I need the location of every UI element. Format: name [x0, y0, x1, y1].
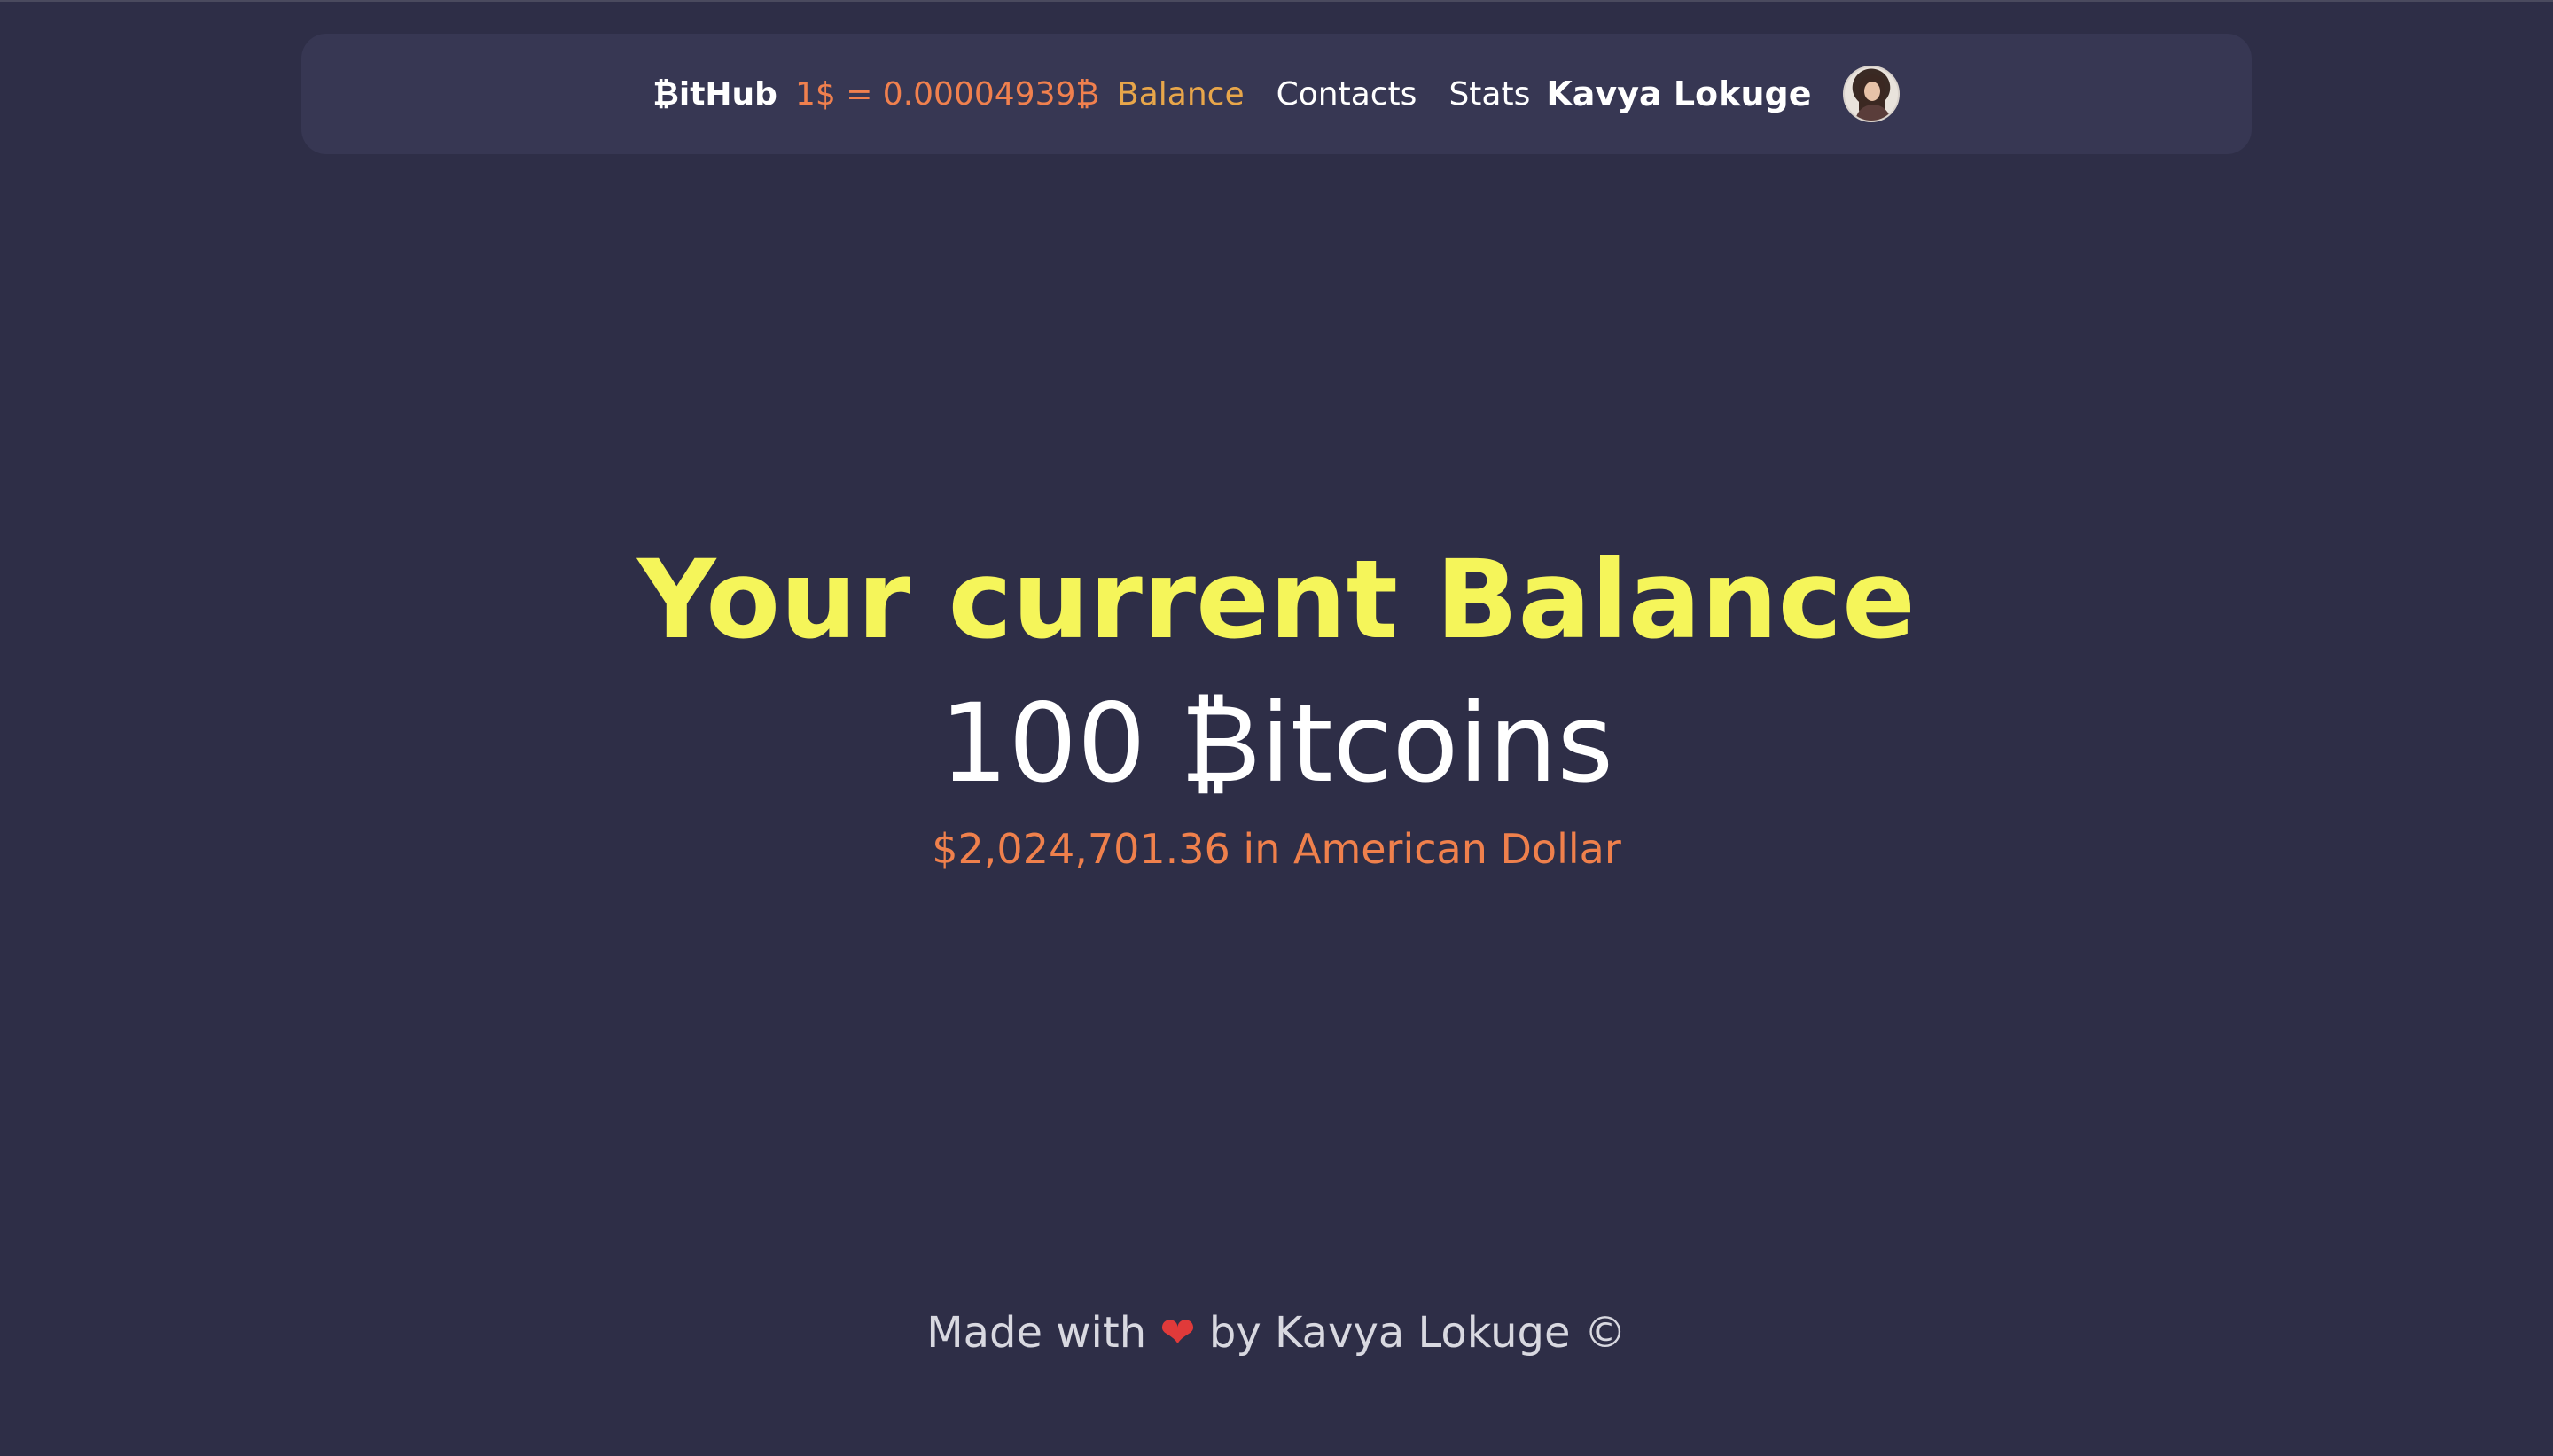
footer: Made with ❤ by Kavya Lokuge ©	[0, 1308, 2553, 1358]
navbar-content: ₿itHub 1$ = 0.00004939₿ Balance Contacts…	[653, 66, 1901, 122]
footer-suffix: by Kavya Lokuge ©	[1208, 1308, 1627, 1358]
balance-usd: $2,024,701.36 in American Dollar	[932, 825, 1621, 873]
app-logo[interactable]: ₿itHub	[653, 75, 777, 113]
nav-link-contacts[interactable]: Contacts	[1276, 76, 1417, 113]
nav-link-stats[interactable]: Stats	[1448, 76, 1530, 113]
page: ₿itHub 1$ = 0.00004939₿ Balance Contacts…	[0, 0, 2553, 1456]
exchange-rate: 1$ = 0.00004939₿	[794, 76, 1100, 113]
avatar[interactable]	[1843, 66, 1901, 122]
balance-amount: 100 ₿itcoins	[939, 681, 1614, 806]
heart-icon: ❤	[1159, 1308, 1196, 1358]
footer-prefix: Made with	[926, 1308, 1147, 1358]
user-name: Kavya Lokuge	[1546, 74, 1812, 113]
balance-title: Your current Balance	[637, 537, 1916, 663]
nav-link-balance[interactable]: Balance	[1117, 76, 1245, 113]
top-navbar: ₿itHub 1$ = 0.00004939₿ Balance Contacts…	[301, 34, 2252, 154]
balance-section: Your current Balance 100 ₿itcoins $2,024…	[0, 533, 2553, 876]
